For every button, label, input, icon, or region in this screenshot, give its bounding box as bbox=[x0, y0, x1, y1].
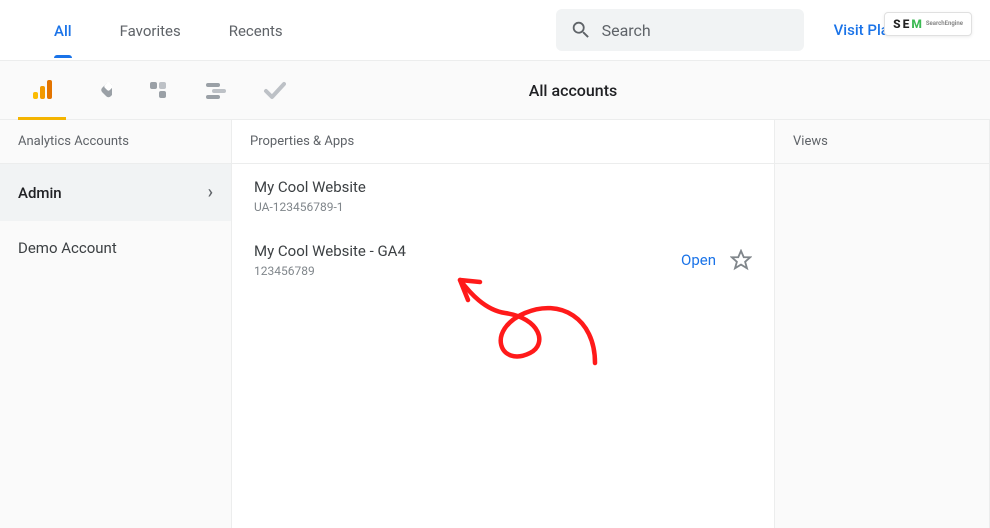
tab-favorites[interactable]: Favorites bbox=[96, 2, 205, 58]
open-link[interactable]: Open bbox=[681, 251, 716, 269]
properties-header: Properties & Apps bbox=[232, 120, 774, 164]
search-placeholder: Search bbox=[602, 21, 651, 40]
product-switcher-row: All accounts bbox=[0, 60, 990, 120]
tab-recents[interactable]: Recents bbox=[205, 2, 307, 58]
watermark-badge: SEM SearchEngine bbox=[884, 12, 972, 36]
account-label: Demo Account bbox=[18, 239, 117, 257]
tag-manager-icon[interactable] bbox=[88, 78, 112, 102]
product-icons bbox=[30, 78, 286, 102]
data-studio-icon[interactable] bbox=[204, 78, 228, 102]
account-item-admin[interactable]: Admin › bbox=[0, 164, 231, 221]
property-name: My Cool Website bbox=[254, 178, 366, 196]
star-icon[interactable] bbox=[730, 249, 752, 271]
top-bar: All Favorites Recents Search Visit Platf… bbox=[0, 0, 990, 60]
analytics-icon[interactable] bbox=[30, 78, 54, 102]
account-item-demo[interactable]: Demo Account bbox=[0, 221, 231, 275]
chevron-right-icon: › bbox=[208, 182, 213, 203]
picker-columns: Analytics Accounts Admin › Demo Account … bbox=[0, 120, 990, 528]
all-accounts-heading: All accounts bbox=[286, 81, 960, 100]
accounts-column: Analytics Accounts Admin › Demo Account bbox=[0, 120, 232, 528]
accounts-header: Analytics Accounts bbox=[0, 120, 231, 164]
property-item[interactable]: My Cool Website UA-123456789-1 bbox=[232, 164, 774, 228]
account-label: Admin bbox=[18, 184, 62, 202]
search-input[interactable]: Search bbox=[556, 9, 804, 51]
views-header: Views bbox=[775, 120, 989, 164]
scope-tabs: All Favorites Recents bbox=[30, 2, 307, 58]
search-icon bbox=[570, 19, 592, 41]
properties-column: Properties & Apps My Cool Website UA-123… bbox=[232, 120, 775, 528]
views-column: Views bbox=[775, 120, 990, 528]
surveys-icon[interactable] bbox=[262, 78, 286, 102]
property-id: UA-123456789-1 bbox=[254, 200, 366, 214]
property-item[interactable]: My Cool Website - GA4 123456789 Open bbox=[232, 228, 774, 292]
tab-all[interactable]: All bbox=[30, 2, 96, 58]
property-id: 123456789 bbox=[254, 264, 406, 278]
optimize-icon[interactable] bbox=[146, 78, 170, 102]
property-name: My Cool Website - GA4 bbox=[254, 242, 406, 260]
